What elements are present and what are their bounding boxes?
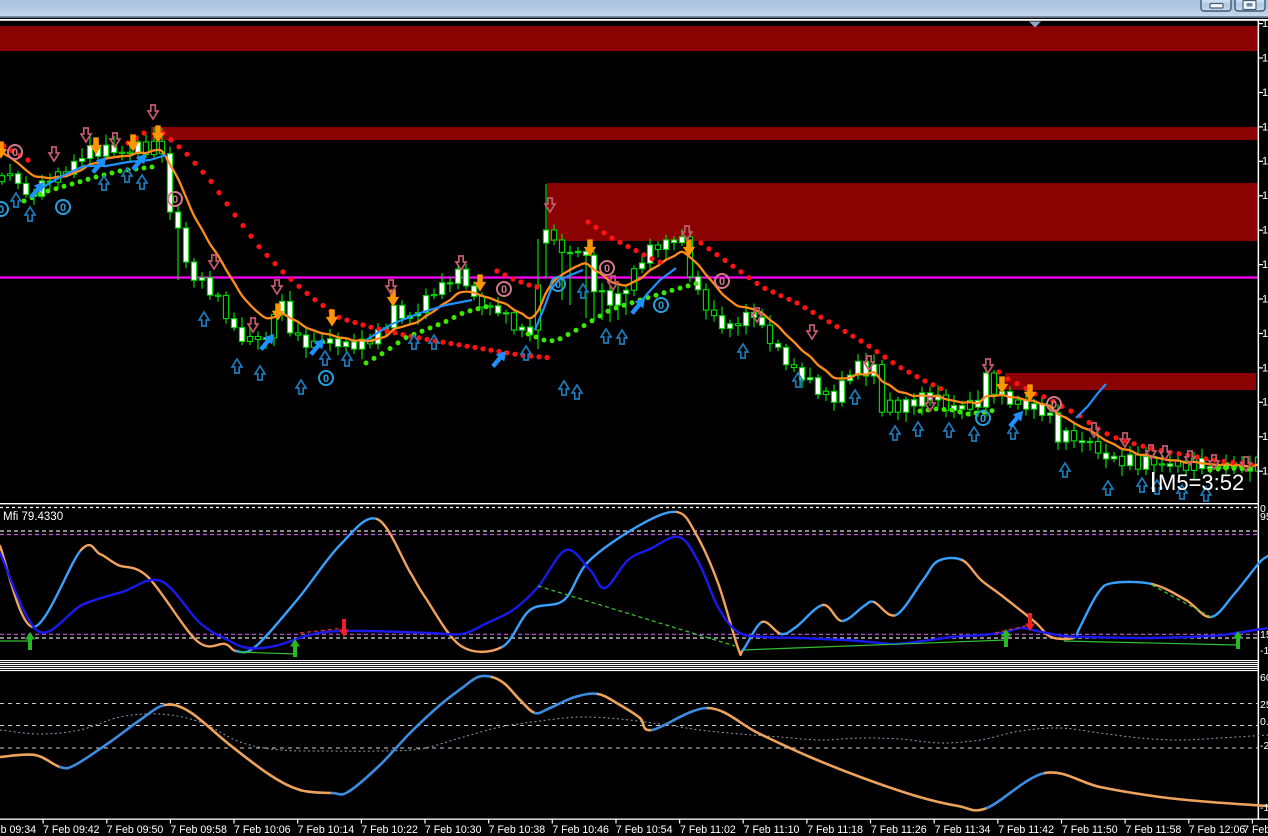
svg-text:7 Feb 12:14: 7 Feb 12:14 <box>1243 824 1268 836</box>
svg-text:15: 15 <box>1260 629 1268 641</box>
svg-text:1.36: 1.36 <box>1262 121 1268 133</box>
svg-text:1.36: 1.36 <box>1262 328 1268 340</box>
svg-text:7 Feb 11:58: 7 Feb 11:58 <box>1126 824 1182 836</box>
svg-text:7 Feb 12:06: 7 Feb 12:06 <box>1189 824 1246 836</box>
svg-text:7 Feb 11:34: 7 Feb 11:34 <box>935 824 991 836</box>
svg-text:7 Feb 10:22: 7 Feb 10:22 <box>361 824 418 836</box>
svg-text:0: 0 <box>0 204 4 216</box>
svg-text:7 Feb 10:14: 7 Feb 10:14 <box>298 824 355 836</box>
svg-text:0: 0 <box>658 300 664 312</box>
svg-text:7 Feb 10:54: 7 Feb 10:54 <box>616 824 673 836</box>
svg-text:0: 0 <box>501 284 507 296</box>
svg-text:0: 0 <box>60 202 66 214</box>
svg-text:-1: -1 <box>1260 645 1268 657</box>
svg-text:7 Feb 11:42: 7 Feb 11:42 <box>998 824 1054 836</box>
svg-text:7 Feb 10:30: 7 Feb 10:30 <box>425 824 482 836</box>
svg-text:7 Feb 09:34: 7 Feb 09:34 <box>0 824 36 836</box>
svg-text:7 Feb 10:46: 7 Feb 10:46 <box>552 824 609 836</box>
svg-text:0.: 0. <box>1260 716 1268 728</box>
svg-text:0: 0 <box>980 413 986 425</box>
svg-text:1.36: 1.36 <box>1262 156 1268 168</box>
svg-text:7 Feb 11:10: 7 Feb 11:10 <box>744 824 800 836</box>
svg-text:0: 0 <box>12 147 18 159</box>
svg-text:1.36: 1.36 <box>1262 397 1268 409</box>
svg-text:7 Feb 11:18: 7 Feb 11:18 <box>807 824 863 836</box>
svg-text:0: 0 <box>555 279 561 291</box>
svg-text:1.36: 1.36 <box>1262 87 1268 99</box>
svg-text:1.36: 1.36 <box>1262 259 1268 271</box>
svg-text:-1: -1 <box>1260 802 1268 814</box>
svg-text:7 Feb 10:38: 7 Feb 10:38 <box>489 824 546 836</box>
svg-text:7 Feb 09:50: 7 Feb 09:50 <box>107 824 164 836</box>
svg-text:0: 0 <box>604 263 610 275</box>
svg-text:0: 0 <box>1051 399 1057 411</box>
svg-text:1.36: 1.36 <box>1262 431 1268 443</box>
svg-text:0: 0 <box>172 194 178 206</box>
svg-text:25: 25 <box>1260 699 1268 711</box>
svg-text:Mfi 79.4330: Mfi 79.4330 <box>3 511 63 523</box>
svg-text:1.36: 1.36 <box>1262 225 1268 237</box>
svg-text:0: 0 <box>719 276 725 288</box>
svg-text:1.36: 1.36 <box>1262 466 1268 478</box>
svg-text:95: 95 <box>1260 511 1268 523</box>
svg-text:1.36: 1.36 <box>1262 293 1268 305</box>
svg-text:1.36: 1.36 <box>1262 190 1268 202</box>
svg-text:1.36: 1.36 <box>1262 362 1268 374</box>
svg-text:0: 0 <box>323 373 329 385</box>
svg-text:M5=3:52: M5=3:52 <box>1158 470 1244 495</box>
svg-text:7 Feb 11:26: 7 Feb 11:26 <box>871 824 927 836</box>
svg-text:7 Feb 10:06: 7 Feb 10:06 <box>234 824 291 836</box>
svg-text:60: 60 <box>1260 672 1268 684</box>
svg-text:7 Feb 11:02: 7 Feb 11:02 <box>680 824 736 836</box>
svg-text:7 Feb 11:50: 7 Feb 11:50 <box>1062 824 1118 836</box>
svg-text:-2: -2 <box>1260 740 1268 752</box>
svg-text:1.36: 1.36 <box>1262 52 1268 64</box>
svg-text:7 Feb 09:58: 7 Feb 09:58 <box>170 824 227 836</box>
svg-text:7 Feb 09:42: 7 Feb 09:42 <box>43 824 100 836</box>
svg-text:1.36: 1.36 <box>1262 18 1268 30</box>
